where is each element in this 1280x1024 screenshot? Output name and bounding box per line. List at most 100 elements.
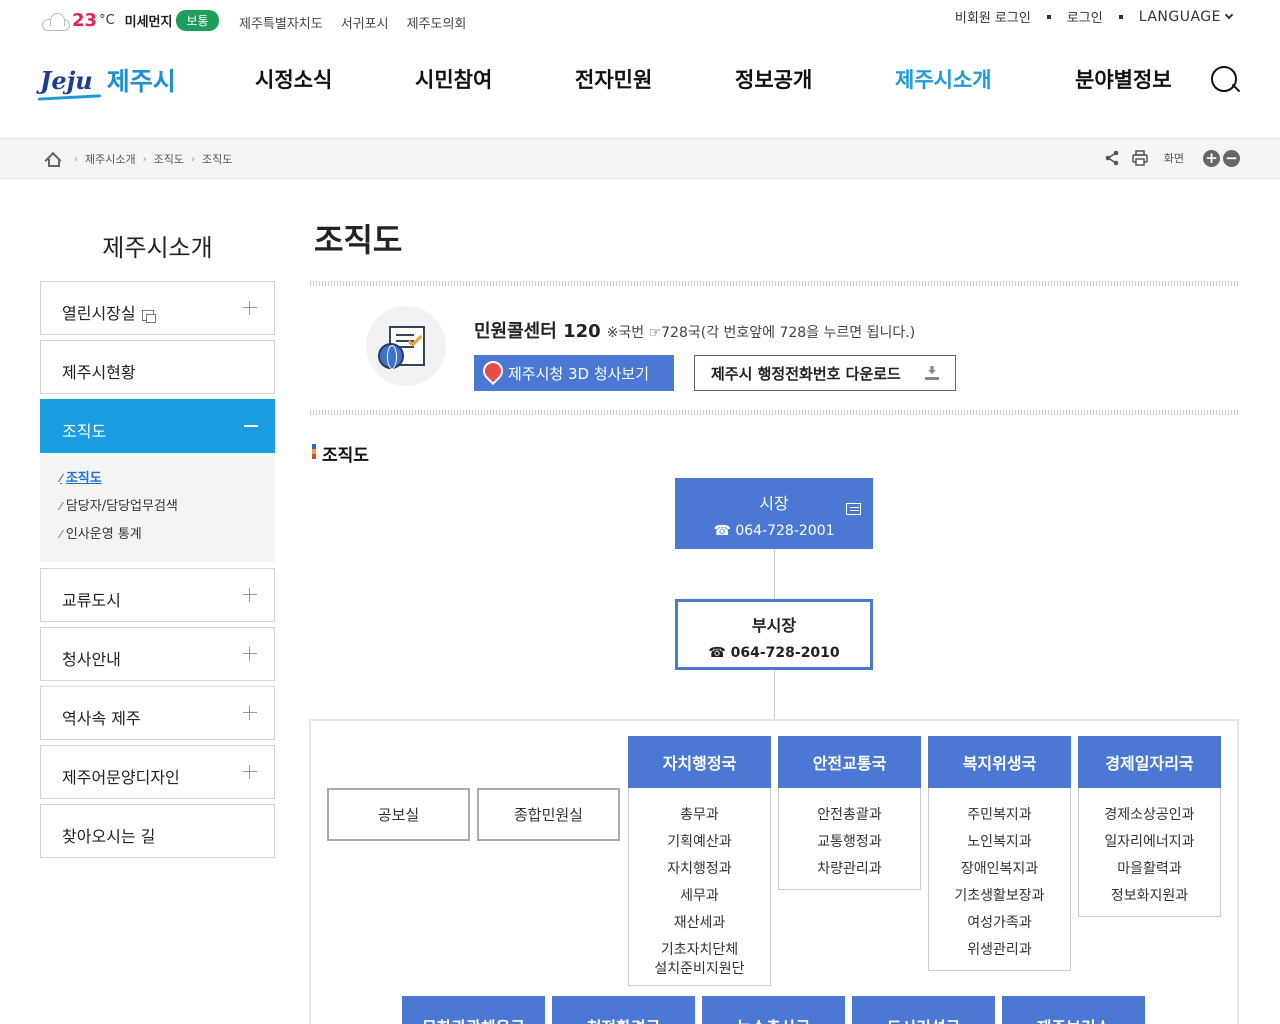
sidebar-item-label: 제주어문양디자인 — [62, 768, 180, 787]
team-item[interactable]: 기초자치단체 설치준비지원단 — [629, 941, 770, 979]
link-seogwipo[interactable]: 서귀포시 — [341, 13, 389, 32]
sidebar-item-label: 청사안내 — [62, 650, 121, 669]
submenu-item-hr-stats[interactable]: 인사운영 통계 — [60, 523, 275, 542]
submenu-item-org-chart[interactable]: 조직도 — [60, 467, 275, 486]
dept-name[interactable]: 안전교통국 — [778, 736, 921, 788]
org-office-pr[interactable]: 공보실 — [327, 788, 470, 841]
link-provincial-council[interactable]: 제주도의회 — [407, 13, 467, 32]
link-jeju-province[interactable]: 제주특별자치도 — [239, 13, 323, 32]
mayor-phone: ☎ 064-728-2001 — [713, 523, 835, 539]
team-item[interactable]: 여성가족과 — [929, 910, 1070, 937]
nav-field-info[interactable]: 분야별정보 — [1075, 64, 1172, 94]
org-dept-safety: 안전교통국 안전총괄과 교통행정과 차량관리과 — [778, 736, 921, 890]
sidebar-item-label: 찾아오시는 길 — [62, 827, 156, 846]
team-item[interactable]: 노인복지과 — [929, 829, 1070, 856]
language-select[interactable]: LANGUAGE — [1138, 8, 1234, 25]
sidebar-item-city-status[interactable]: 제주시현황 — [40, 340, 275, 394]
team-item[interactable]: 교통행정과 — [779, 829, 920, 856]
sidebar-item-label: 조직도 — [62, 422, 107, 441]
search-icon[interactable] — [1211, 66, 1241, 96]
sidebar-item-history[interactable]: 역사속 제주 — [40, 686, 275, 740]
submenu-item-staff-search[interactable]: 담당자/담당업무검색 — [60, 495, 275, 514]
site-logo[interactable]: Jeju 제주시 — [40, 62, 176, 98]
plus-icon — [243, 706, 257, 720]
print-icon[interactable] — [1130, 148, 1150, 168]
mayor-title: 시장 — [759, 494, 789, 513]
team-item[interactable]: 마을활력과 — [1079, 856, 1220, 883]
team-item[interactable]: 차량관리과 — [779, 856, 920, 883]
page-title: 조직도 — [314, 221, 403, 259]
sidebar-item-building-guide[interactable]: 청사안내 — [40, 627, 275, 681]
callcenter-title: 민원콜센터 120 — [474, 321, 601, 342]
breadcrumb-separator: › — [190, 153, 195, 165]
team-item[interactable]: 주민복지과 — [929, 802, 1070, 829]
team-item[interactable]: 세무과 — [629, 883, 770, 910]
home-icon[interactable] — [45, 153, 60, 167]
login-link[interactable]: 로그인 — [1067, 7, 1103, 26]
org-office-civil[interactable]: 종합민원실 — [477, 788, 620, 841]
connector-line — [774, 549, 775, 599]
sidebar-item-label: 역사속 제주 — [62, 709, 141, 728]
team-item[interactable]: 장애인복지과 — [929, 856, 1070, 883]
org-mayor-box[interactable]: 시장 ☎ 064-728-2001 — [675, 478, 873, 549]
dept-team-list: 주민복지과 노인복지과 장애인복지과 기초생활보장과 여성가족과 위생관리과 — [928, 788, 1071, 971]
view-3d-label: 제주시청 3D 청사보기 — [508, 364, 650, 383]
team-item[interactable]: 재산세과 — [629, 910, 770, 937]
dept-name[interactable]: 자치행정국 — [628, 736, 771, 788]
screen-zoom-label: 화면 — [1163, 152, 1184, 165]
separator — [1118, 14, 1123, 19]
org-dept-health-center[interactable]: 제주보건소 — [1002, 996, 1145, 1024]
sidebar-item-directions[interactable]: 찾아오시는 길 — [40, 804, 275, 858]
dept-team-list: 경제소상공인과 일자리에너지과 마을활력과 정보화지원과 — [1078, 788, 1221, 917]
vice-mayor-title: 부시장 — [751, 616, 797, 635]
team-item[interactable]: 일자리에너지과 — [1079, 829, 1220, 856]
vice-mayor-phone: ☎ 064-728-2010 — [708, 645, 840, 661]
breadcrumb-item[interactable]: 조직도 — [202, 151, 232, 167]
org-dept-admin: 자치행정국 총무과 기획예산과 자치행정과 세무과 재산세과 기초자치단체 설치… — [628, 736, 771, 986]
team-item[interactable]: 총무과 — [629, 802, 770, 829]
team-item[interactable]: 안전총괄과 — [779, 802, 920, 829]
separator — [1046, 14, 1051, 19]
dept-name[interactable]: 복지위생국 — [928, 736, 1071, 788]
share-icon[interactable] — [1102, 148, 1122, 168]
callcenter-note: ※국번 ☞728국(각 번호앞에 728을 누르면 됩니다.) — [606, 325, 916, 341]
zoom-out-icon[interactable]: − — [1223, 149, 1240, 167]
section-title: 조직도 — [312, 441, 369, 466]
breadcrumb-item[interactable]: 조직도 — [154, 151, 184, 167]
divider — [310, 410, 1238, 415]
team-item[interactable]: 기초생활보장과 — [929, 883, 1070, 910]
nav-e-civil[interactable]: 전자민원 — [575, 64, 652, 94]
nav-city-news[interactable]: 시정소식 — [255, 64, 332, 94]
breadcrumb-item[interactable]: 제주시소개 — [85, 151, 136, 167]
nav-participation[interactable]: 시민참여 — [415, 64, 492, 94]
org-dept-construction[interactable]: 도시건설국 — [852, 996, 995, 1024]
language-label: LANGUAGE — [1138, 8, 1221, 25]
team-item[interactable]: 정보화지원과 — [1079, 883, 1220, 910]
zoom-in-icon[interactable]: + — [1203, 149, 1220, 167]
sidebar-title: 제주시소개 — [102, 234, 213, 262]
org-dept-environment[interactable]: 청정환경국 — [552, 996, 695, 1024]
sidebar-item-org-chart[interactable]: 조직도 — [40, 399, 275, 453]
guest-login-link[interactable]: 비회원 로그인 — [955, 7, 1031, 26]
sidebar-item-dialect-design[interactable]: 제주어문양디자인 — [40, 745, 275, 799]
cloud-icon — [40, 12, 70, 31]
team-item[interactable]: 기획예산과 — [629, 829, 770, 856]
nav-about-city[interactable]: 제주시소개 — [895, 64, 992, 94]
dept-name[interactable]: 경제일자리국 — [1078, 736, 1221, 788]
connector-line — [774, 670, 775, 720]
org-dept-culture[interactable]: 문화관광체육국 — [402, 996, 545, 1024]
breadcrumb-bar: › 제주시소개 › 조직도 › 조직도 화면 + − — [0, 138, 1280, 179]
org-vice-mayor-box[interactable]: 부시장 ☎ 064-728-2010 — [675, 599, 873, 670]
plus-icon — [243, 647, 257, 661]
team-item[interactable]: 위생관리과 — [929, 937, 1070, 964]
view-3d-building-button[interactable]: 제주시청 3D 청사보기 — [474, 355, 674, 391]
team-item[interactable]: 경제소상공인과 — [1079, 802, 1220, 829]
team-item[interactable]: 자치행정과 — [629, 856, 770, 883]
org-dept-agriculture[interactable]: 농수축산국 — [702, 996, 845, 1024]
sidebar-submenu: 조직도 담당자/담당업무검색 인사운영 통계 — [40, 453, 275, 562]
sidebar-item-sister-cities[interactable]: 교류도시 — [40, 568, 275, 622]
nav-info-disclosure[interactable]: 정보공개 — [735, 64, 812, 94]
temperature: 23 — [72, 10, 98, 31]
sidebar-item-open-mayor[interactable]: 열린시장실 — [40, 281, 275, 335]
download-phonebook-button[interactable]: 제주시 행정전화번호 다운로드 — [694, 355, 956, 391]
